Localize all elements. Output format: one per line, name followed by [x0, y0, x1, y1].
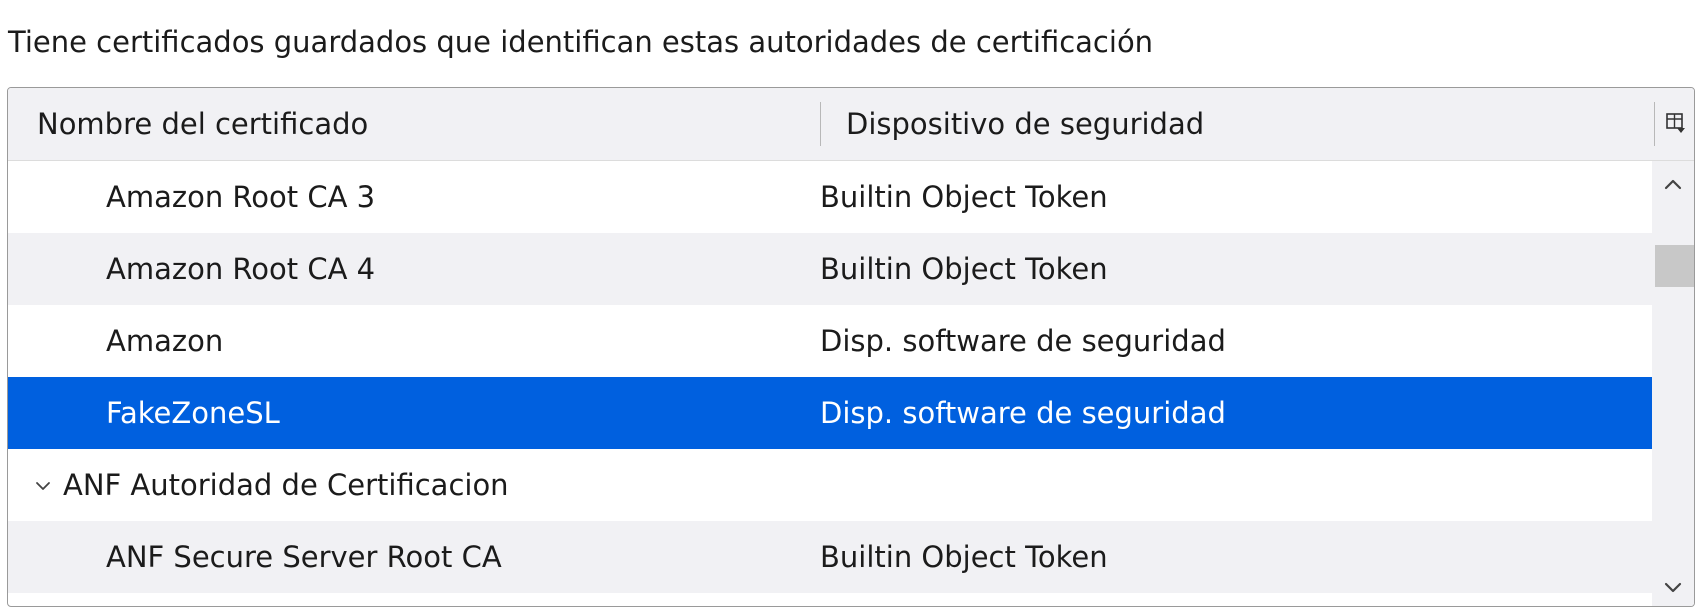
certificate-name-cell: Amazon: [106, 324, 224, 358]
certificate-name-cell: ANF Secure Server Root CA: [106, 540, 502, 574]
vertical-scrollbar[interactable]: [1652, 161, 1694, 606]
column-header-certificate-name[interactable]: Nombre del certificado: [37, 88, 368, 160]
chevron-down-icon[interactable]: [1659, 573, 1687, 601]
column-splitter[interactable]: [820, 102, 821, 146]
column-header-security-device[interactable]: Dispositivo de seguridad: [846, 88, 1204, 160]
column-splitter[interactable]: [1654, 102, 1655, 146]
tree-row[interactable]: Amazon Disp. software de seguridad: [8, 305, 1652, 377]
tree-row[interactable]: Amazon Root CA 3 Builtin Object Token: [8, 161, 1652, 233]
certificate-name-cell: ANF Autoridad de Certificacion: [63, 468, 509, 502]
certificate-name-cell: FakeZoneSL: [106, 396, 280, 430]
tree-group-row[interactable]: ANF Autoridad de Certificacion: [8, 449, 1652, 521]
security-device-cell: Disp. software de seguridad: [820, 396, 1226, 430]
certificate-tree[interactable]: Nombre del certificado Dispositivo de se…: [7, 87, 1695, 607]
intro-text: Tiene certificados guardados que identif…: [8, 25, 1154, 59]
tree-row[interactable]: Amazon Root CA 4 Builtin Object Token: [8, 233, 1652, 305]
certificate-name-cell: Amazon Root CA 4: [106, 252, 376, 286]
column-picker-icon[interactable]: [1665, 112, 1687, 134]
tree-row[interactable]: ANF Secure Server Root CA Builtin Object …: [8, 521, 1652, 593]
tree-header: Nombre del certificado Dispositivo de se…: [8, 88, 1694, 161]
chevron-up-icon[interactable]: [1659, 171, 1687, 199]
tree-body: Amazon Root CA 3 Builtin Object Token Amaz…: [8, 161, 1652, 606]
security-device-cell: Disp. software de seguridad: [820, 324, 1226, 358]
tree-row[interactable]: FakeZoneSL Disp. software de seguridad: [8, 377, 1652, 449]
certificate-name-cell: Amazon Root CA 3: [106, 180, 376, 214]
scrollbar-thumb[interactable]: [1655, 245, 1694, 287]
security-device-cell: Builtin Object Token: [820, 540, 1108, 574]
security-device-cell: Builtin Object Token: [820, 180, 1108, 214]
security-device-cell: Builtin Object Token: [820, 252, 1108, 286]
chevron-down-icon[interactable]: [30, 472, 56, 498]
